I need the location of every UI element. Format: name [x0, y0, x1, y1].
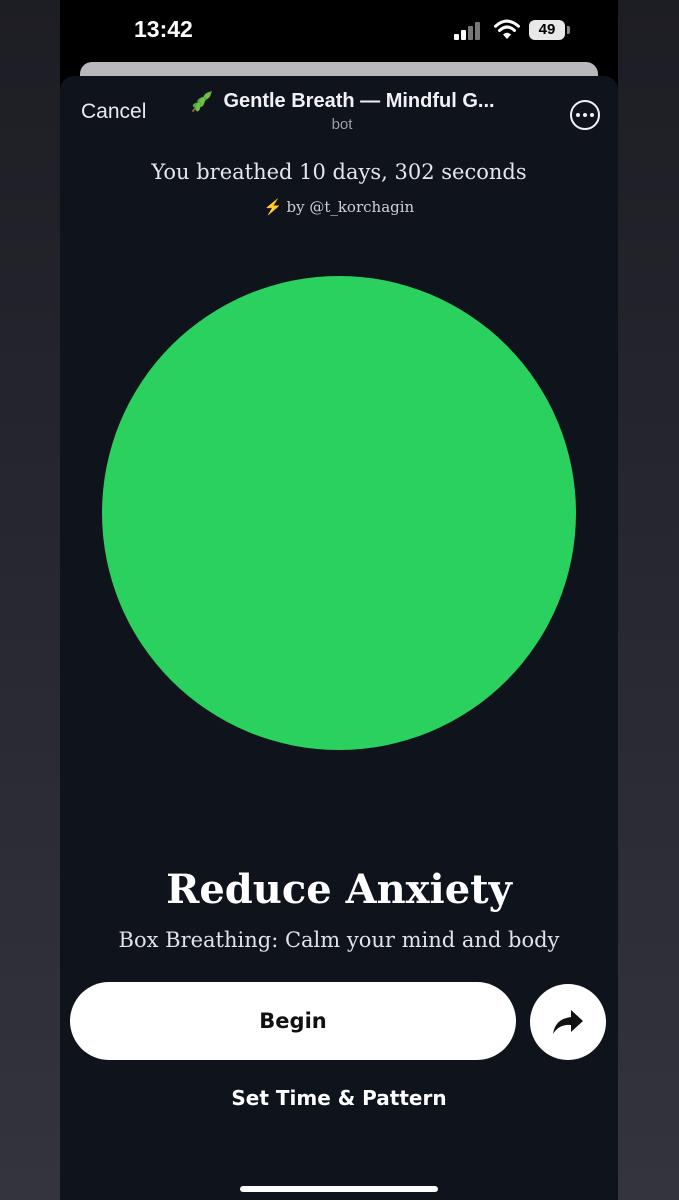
exercise-title: Reduce Anxiety — [166, 866, 512, 913]
share-arrow-icon — [553, 1010, 583, 1034]
bot-sheet: Cancel Gentle Breath — Mindful G... bot — [60, 76, 618, 1200]
battery-icon: 49 — [529, 20, 565, 40]
signal-icon — [454, 22, 484, 40]
share-button[interactable] — [530, 984, 606, 1060]
dot-icon — [576, 113, 580, 117]
bot-title: Gentle Breath — Mindful G... — [223, 89, 495, 112]
cancel-button[interactable]: Cancel — [81, 100, 146, 124]
more-options-button[interactable] — [570, 100, 600, 130]
lightning-icon: ⚡ — [263, 198, 283, 216]
breathing-circle — [102, 276, 576, 750]
home-indicator — [240, 1186, 438, 1192]
bot-subtitle: bot — [331, 116, 353, 133]
author-credit: ⚡ by @t_korchagin — [60, 198, 618, 216]
sheet-header: Cancel Gentle Breath — Mindful G... bot — [60, 76, 618, 146]
author-credit-text: by @t_korchagin — [286, 198, 415, 216]
set-time-pattern-button[interactable]: Set Time & Pattern — [60, 1086, 618, 1110]
leaf-icon — [192, 91, 213, 112]
phone-frame: 13:42 49 Cancel Gentle Breath — Mindful … — [60, 0, 618, 1200]
wifi-icon — [494, 19, 520, 39]
status-time: 13:42 — [134, 16, 193, 42]
exercise-description: Box Breathing: Calm your mind and body — [118, 928, 560, 952]
battery-tip — [567, 26, 570, 34]
dot-icon — [590, 113, 594, 117]
begin-button[interactable]: Begin — [70, 982, 516, 1060]
breath-stats: You breathed 10 days, 302 seconds — [151, 160, 527, 184]
dot-icon — [583, 113, 587, 117]
status-bar: 13:42 49 — [60, 0, 618, 62]
title-block: Gentle Breath — Mindful G... bot — [172, 88, 512, 133]
